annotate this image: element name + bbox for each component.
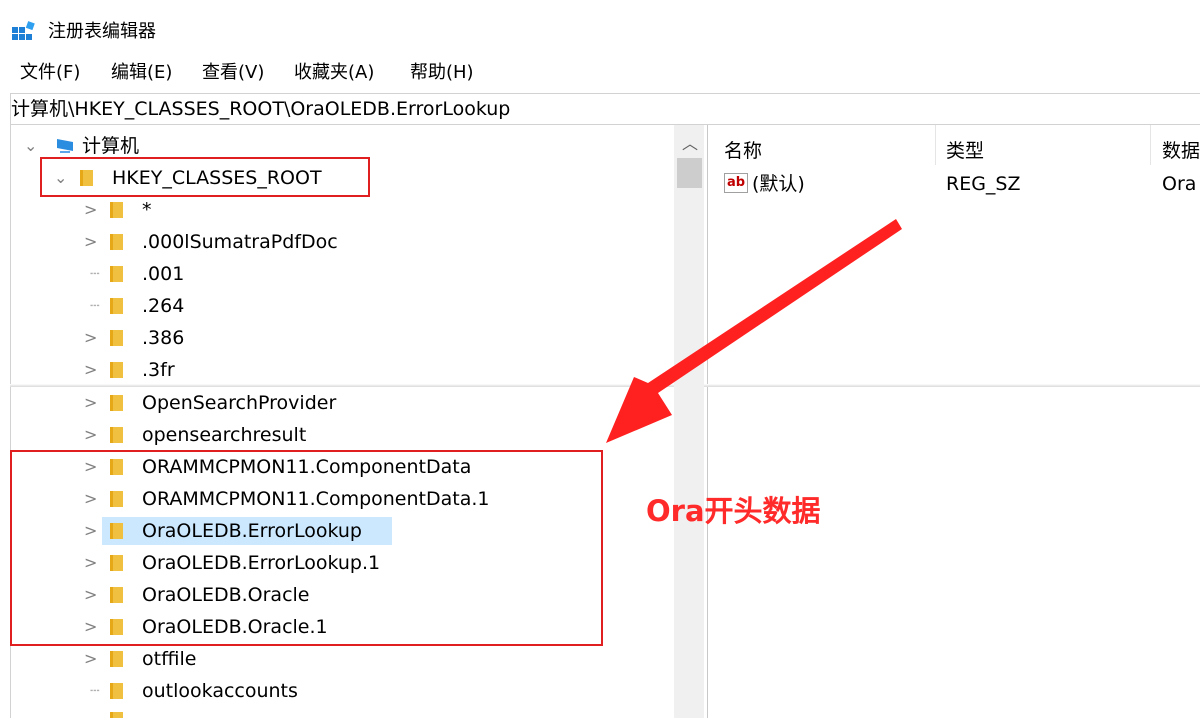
- value-name[interactable]: (默认): [752, 171, 805, 197]
- menu-favorites[interactable]: 收藏夹(A): [294, 58, 374, 88]
- tree-label: outlookaccounts: [142, 680, 298, 702]
- chevron-right-icon[interactable]: >: [84, 323, 97, 353]
- folder-icon: [110, 202, 123, 218]
- chevron-right-icon[interactable]: >: [84, 388, 97, 418]
- column-separator[interactable]: [1150, 125, 1151, 165]
- tree-label: OpenSearchProvider: [142, 392, 337, 414]
- column-header-type[interactable]: 类型: [946, 138, 984, 164]
- annotation-arrow-icon: [606, 219, 902, 443]
- value-type: REG_SZ: [946, 173, 1021, 195]
- annotation-box-hive: [40, 157, 370, 197]
- menu-edit[interactable]: 编辑(E): [111, 58, 172, 88]
- tree-label: opensearchresult: [142, 424, 307, 446]
- tree-label: .000lSumatraPdfDoc: [142, 231, 338, 253]
- address-path[interactable]: 计算机\HKEY_CLASSES_ROOT\OraOLEDB.ErrorLook…: [11, 96, 510, 122]
- annotation-label: Ora开头数据: [646, 494, 821, 528]
- tree-line-connector: ┄: [90, 296, 100, 315]
- menu-file[interactable]: 文件(F): [20, 58, 80, 88]
- address-bar[interactable]: 计算机\HKEY_CLASSES_ROOT\OraOLEDB.ErrorLook…: [10, 93, 1200, 125]
- annotation-box-ora-keys: [10, 450, 603, 646]
- window-title: 注册表编辑器: [48, 21, 156, 42]
- menu-help[interactable]: 帮助(H): [410, 58, 474, 88]
- tree-line-connector: ┄: [90, 681, 100, 700]
- tree-label: *: [142, 199, 152, 221]
- chevron-right-icon[interactable]: >: [84, 355, 97, 385]
- chevron-right-icon[interactable]: >: [84, 420, 97, 450]
- folder-icon: [110, 330, 123, 346]
- folder-icon: [110, 427, 123, 443]
- folder-icon: [110, 395, 123, 411]
- chevron-right-icon[interactable]: >: [84, 227, 97, 257]
- menu-view[interactable]: 查看(V): [202, 58, 264, 88]
- menu-bar: 文件(F) 编辑(E) 查看(V) 收藏夹(A) 帮助(H): [0, 58, 1200, 88]
- tree-label: .001: [142, 263, 185, 285]
- column-header-data[interactable]: 数据: [1162, 138, 1200, 164]
- folder-icon: [110, 234, 123, 250]
- value-data: Ora: [1162, 173, 1197, 195]
- scroll-up-arrow-icon[interactable]: ︿: [682, 136, 698, 152]
- computer-icon: [57, 139, 73, 153]
- tree-label: .3fr: [142, 359, 175, 381]
- chevron-down-icon[interactable]: ⌄: [24, 131, 37, 161]
- tree-line-connector: ┄: [90, 264, 100, 283]
- string-value-icon: ab: [724, 173, 748, 193]
- column-separator[interactable]: [935, 125, 936, 165]
- folder-icon: [110, 683, 123, 699]
- scroll-thumb[interactable]: [677, 158, 702, 188]
- folder-icon: [110, 362, 123, 378]
- folder-icon: [110, 298, 123, 314]
- folder-icon: [110, 266, 123, 282]
- chevron-right-icon[interactable]: >: [84, 195, 97, 225]
- tree-label: .386: [142, 327, 185, 349]
- tree-label: otffile: [142, 648, 197, 670]
- folder-icon: [110, 651, 123, 667]
- folder-icon: [110, 712, 123, 718]
- column-header-name[interactable]: 名称: [724, 138, 762, 164]
- registry-editor-icon: [12, 21, 35, 40]
- tree-label: .264: [142, 295, 185, 317]
- chevron-right-icon[interactable]: >: [84, 644, 97, 674]
- title-bar: 注册表编辑器: [0, 0, 1200, 58]
